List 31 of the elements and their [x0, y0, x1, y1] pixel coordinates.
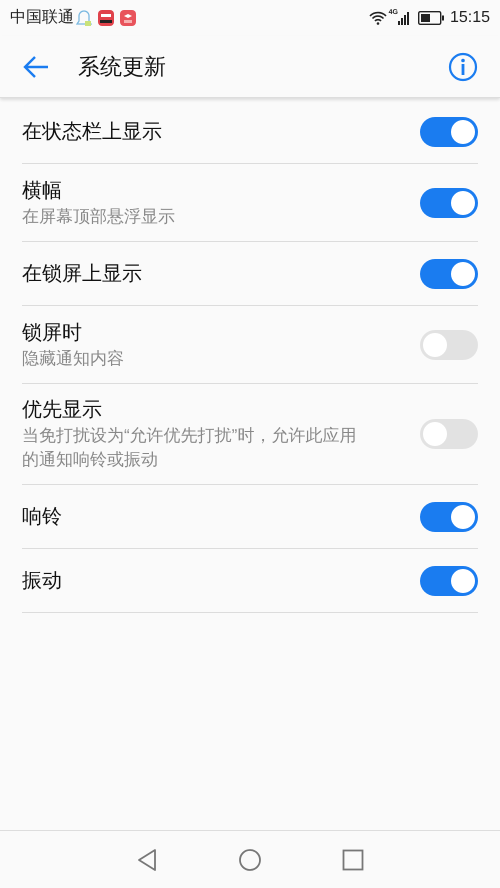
toggle-switch[interactable] [420, 258, 478, 288]
back-nav-icon[interactable] [136, 848, 158, 872]
wifi-icon [368, 11, 387, 25]
toggle-switch[interactable] [420, 502, 478, 532]
toggle-switch[interactable] [420, 330, 478, 360]
toggle-switch[interactable] [420, 419, 478, 449]
recents-nav-icon[interactable] [342, 848, 364, 870]
info-icon[interactable] [448, 52, 478, 82]
page-title: 系统更新 [78, 53, 166, 81]
bell-icon [76, 9, 92, 27]
setting-title: 在锁屏上显示 [22, 262, 143, 286]
clock: 15:15 [450, 8, 490, 28]
setting-title: 在状态栏上显示 [22, 120, 163, 144]
home-nav-icon[interactable] [238, 848, 262, 872]
battery-icon [418, 11, 444, 25]
toggle-switch[interactable] [420, 116, 478, 146]
setting-title: 响铃 [22, 504, 63, 530]
setting-title: 振动 [22, 568, 63, 594]
app-icon [98, 10, 114, 26]
toggle-switch[interactable] [420, 566, 478, 596]
signal-icon [398, 11, 410, 25]
carrier-name: 中国联通 [10, 8, 74, 28]
setting-description: 在屏幕顶部悬浮显示 [22, 206, 176, 228]
setting-title: 锁屏时 [22, 320, 83, 346]
setting-title: 优先显示 [22, 398, 103, 423]
toggle-switch[interactable] [420, 188, 478, 218]
setting-title: 横幅 [22, 178, 63, 204]
setting-description: 当免打扰设为“允许优先打扰”时，允许此应用的通知响铃或振动 [22, 425, 358, 471]
back-icon[interactable] [22, 54, 50, 78]
app-icon [120, 10, 136, 26]
setting-description: 隐藏通知内容 [22, 348, 125, 370]
